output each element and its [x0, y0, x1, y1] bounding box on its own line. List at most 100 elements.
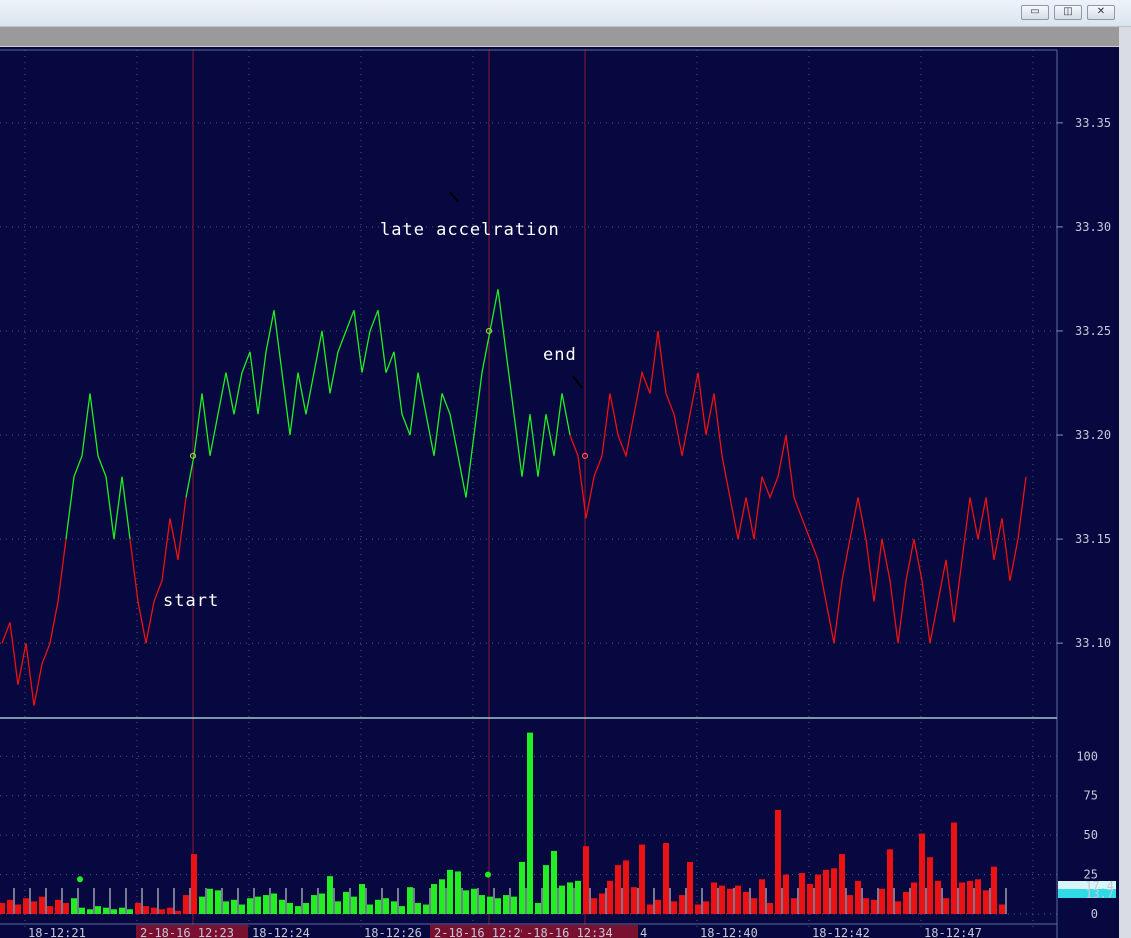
annotation-arrow	[572, 375, 583, 389]
volume-bar	[695, 904, 701, 914]
volume-bar	[239, 904, 245, 914]
volume-bar	[135, 902, 141, 914]
volume-bar	[703, 901, 709, 914]
price-tick-label: 33.35	[1075, 116, 1111, 130]
price-tick-label: 33.30	[1075, 220, 1111, 234]
price-line-segment-2	[129, 497, 187, 644]
volume-bar	[15, 904, 21, 914]
volume-bar	[151, 907, 157, 914]
volume-bar	[839, 854, 845, 914]
close-icon[interactable]: ✕	[1087, 5, 1115, 20]
volume-bar	[503, 895, 509, 914]
volume-bar	[487, 896, 493, 914]
volume-bar	[815, 874, 821, 914]
volume-bar	[415, 902, 421, 914]
price-tick-label: 33.20	[1075, 428, 1111, 442]
volume-bar	[447, 869, 453, 914]
volume-bar	[287, 902, 293, 914]
time-tick-label: -18-16 12:34	[526, 926, 613, 938]
volume-bar	[0, 902, 5, 914]
volume-bar	[679, 895, 685, 914]
volume-bar	[391, 901, 397, 914]
volume-bar	[303, 902, 309, 914]
volume-bar	[599, 893, 605, 914]
volume-bar	[223, 901, 229, 914]
volume-bar	[791, 898, 797, 914]
volume-bar	[759, 879, 765, 914]
time-tick-label: 18-12:24	[252, 926, 310, 938]
volume-bar	[887, 849, 893, 914]
volume-tick-label: 50	[1084, 828, 1098, 842]
volume-bar	[943, 898, 949, 914]
volume-bar	[743, 891, 749, 914]
volume-bar	[295, 906, 301, 914]
window-titlebar: ▭ ◫ ✕	[0, 0, 1131, 27]
price-line-series	[1, 191, 1027, 706]
volume-bar	[591, 898, 597, 914]
annotation-start: start	[163, 591, 219, 611]
price-tick-label: 33.10	[1075, 636, 1111, 650]
volume-bar	[519, 861, 525, 914]
volume-bar	[543, 865, 549, 914]
volume-bar	[87, 909, 93, 914]
volume-bar	[615, 865, 621, 914]
volume-event-dot	[77, 876, 83, 883]
minimize-icon[interactable]: ▭	[1021, 5, 1049, 20]
volume-bar	[911, 882, 917, 914]
volume-bar	[847, 895, 853, 914]
price-line-segment-0	[1, 539, 67, 706]
volume-bars	[0, 732, 1007, 914]
volume-bar	[807, 884, 813, 914]
volume-bar	[319, 893, 325, 914]
volume-bar	[711, 882, 717, 914]
volume-bar	[327, 876, 333, 914]
volume-bar	[727, 888, 733, 914]
annotation-late-acceleration: late accelration	[380, 220, 560, 240]
volume-bar	[103, 907, 109, 914]
volume-bar	[127, 909, 133, 914]
volume-bar	[399, 906, 405, 914]
volume-bar	[871, 899, 877, 914]
volume-bar	[31, 901, 37, 914]
event-marker-lines	[192, 50, 586, 930]
volume-bar	[311, 895, 317, 914]
volume-bar	[95, 906, 101, 914]
volume-bar	[967, 880, 973, 914]
volume-bar	[199, 896, 205, 914]
volume-bar	[991, 866, 997, 914]
volume-bar	[71, 898, 77, 914]
volume-bar	[583, 846, 589, 914]
volume-bar	[207, 888, 213, 914]
volume-bar	[719, 885, 725, 914]
volume-bar	[343, 891, 349, 914]
volume-bar	[935, 880, 941, 914]
restore-icon[interactable]: ◫	[1054, 5, 1082, 20]
volume-bar	[271, 893, 277, 914]
volume-bar	[351, 896, 357, 914]
volume-event-dot	[485, 871, 491, 878]
volume-bar	[255, 896, 261, 914]
volume-bar	[159, 909, 165, 914]
volume-bar	[175, 910, 181, 914]
volume-tick-label: 0	[1091, 907, 1098, 921]
volume-bar	[575, 880, 581, 914]
volume-bar	[799, 872, 805, 914]
volume-bar	[111, 909, 117, 914]
volume-bar	[535, 902, 541, 914]
volume-bar	[831, 868, 837, 914]
volume-bar	[983, 890, 989, 914]
volume-bar	[551, 850, 557, 914]
volume-bar	[735, 885, 741, 914]
volume-bar	[751, 898, 757, 914]
volume-bar	[623, 860, 629, 914]
volume-bar	[663, 843, 669, 914]
volume-bar	[495, 898, 501, 914]
volume-bar	[655, 899, 661, 914]
annotation-end: end	[543, 345, 577, 365]
volume-bar	[463, 890, 469, 914]
volume-bar	[895, 901, 901, 914]
chart-axes: 33.3533.3033.2533.2033.1533.101007550250…	[0, 49, 1116, 938]
volume-bar	[279, 899, 285, 914]
volume-bar	[335, 901, 341, 914]
volume-bar	[959, 882, 965, 914]
